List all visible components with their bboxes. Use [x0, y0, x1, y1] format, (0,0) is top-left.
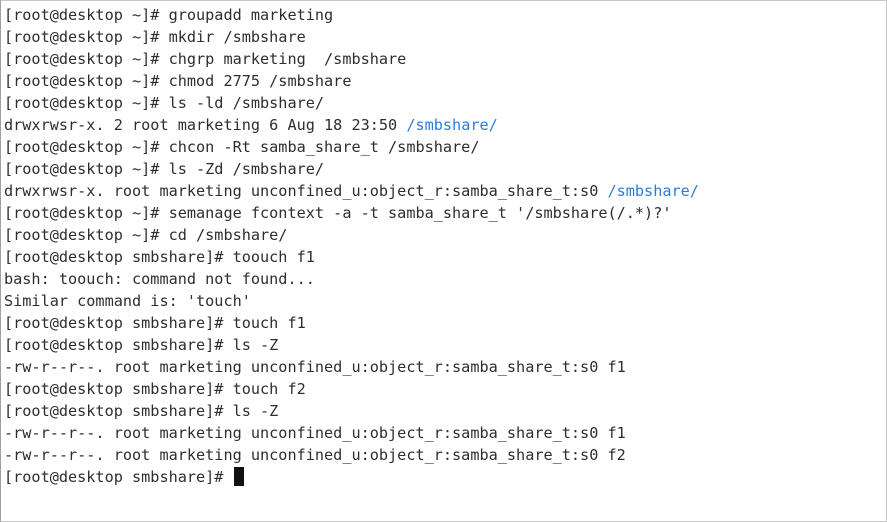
- terminal-line-text: [root@desktop ~]# chcon -Rt samba_share_…: [4, 138, 480, 156]
- text-cursor: [233, 467, 244, 486]
- terminal-line-text: [root@desktop smbshare]# toouch f1: [4, 248, 315, 266]
- terminal-line-text: [root@desktop ~]# ls -Zd /smbshare/: [4, 160, 325, 178]
- terminal-prompt-line: [root@desktop ~]# mkdir /smbshare: [4, 26, 882, 48]
- terminal-output-line: drwxrwsr-x. root marketing unconfined_u:…: [4, 180, 882, 202]
- terminal-output-line: -rw-r--r--. root marketing unconfined_u:…: [4, 356, 882, 378]
- terminal-output-line: -rw-r--r--. root marketing unconfined_u:…: [4, 444, 882, 466]
- terminal-line-text: [root@desktop ~]# chmod 2775 /smbshare: [4, 72, 352, 90]
- terminal-line-text: [root@desktop smbshare]# ls -Z: [4, 402, 279, 420]
- terminal-prompt-line: [root@desktop smbshare]# toouch f1: [4, 246, 882, 268]
- terminal-prompt-line: [root@desktop ~]# ls -Zd /smbshare/: [4, 158, 882, 180]
- terminal-output-line: drwxrwsr-x. 2 root marketing 6 Aug 18 23…: [4, 114, 882, 136]
- terminal-line-text: [root@desktop smbshare]# touch f1: [4, 314, 306, 332]
- terminal-prompt-line: [root@desktop smbshare]# ls -Z: [4, 400, 882, 422]
- terminal-line-text: [root@desktop ~]# semanage fcontext -a -…: [4, 204, 672, 222]
- terminal-line-text: [root@desktop smbshare]# ls -Z: [4, 336, 279, 354]
- directory-name: /smbshare/: [607, 182, 699, 200]
- terminal-prompt-line: [root@desktop ~]# cd /smbshare/: [4, 224, 882, 246]
- terminal-line-text: drwxrwsr-x. 2 root marketing 6 Aug 18 23…: [4, 116, 407, 134]
- terminal-prompt-line: [root@desktop ~]# chmod 2775 /smbshare: [4, 70, 882, 92]
- terminal-prompt-line: [root@desktop ~]# ls -ld /smbshare/: [4, 92, 882, 114]
- terminal-prompt-line: [root@desktop smbshare]# touch f1: [4, 312, 882, 334]
- terminal-prompt-line: [root@desktop smbshare]# ls -Z: [4, 334, 882, 356]
- terminal-line-text: [root@desktop ~]# mkdir /smbshare: [4, 28, 306, 46]
- terminal-line-text: [root@desktop ~]# groupadd marketing: [4, 6, 334, 24]
- directory-name: /smbshare/: [406, 116, 498, 134]
- terminal-prompt-line: [root@desktop ~]# chcon -Rt samba_share_…: [4, 136, 882, 158]
- terminal-output-line: bash: toouch: command not found...: [4, 268, 882, 290]
- terminal-prompt-line: [root@desktop smbshare]# touch f2: [4, 378, 882, 400]
- terminal-line-text: [root@desktop smbshare]#: [4, 468, 233, 486]
- terminal-line-text: -rw-r--r--. root marketing unconfined_u:…: [4, 446, 626, 464]
- terminal-line-text: bash: toouch: command not found...: [4, 270, 315, 288]
- terminal-line-text: [root@desktop ~]# cd /smbshare/: [4, 226, 288, 244]
- terminal-line-text: drwxrwsr-x. root marketing unconfined_u:…: [4, 182, 608, 200]
- terminal-output-line: -rw-r--r--. root marketing unconfined_u:…: [4, 422, 882, 444]
- terminal-window[interactable]: [root@desktop ~]# groupadd marketing [roo…: [0, 0, 887, 522]
- terminal-line-text: [root@desktop ~]# chgrp marketing /smbsh…: [4, 50, 407, 68]
- terminal-line-text: -rw-r--r--. root marketing unconfined_u:…: [4, 358, 626, 376]
- terminal-line-text: -rw-r--r--. root marketing unconfined_u:…: [4, 424, 626, 442]
- terminal-line-text: [root@desktop ~]# ls -ld /smbshare/: [4, 94, 325, 112]
- terminal-line-text: Similar command is: 'touch': [4, 292, 251, 310]
- terminal-line-text: [root@desktop smbshare]# touch f2: [4, 380, 306, 398]
- terminal-output[interactable]: [root@desktop ~]# groupadd marketing [roo…: [4, 4, 882, 488]
- terminal-prompt-line: [root@desktop ~]# semanage fcontext -a -…: [4, 202, 882, 224]
- terminal-output-line: Similar command is: 'touch': [4, 290, 882, 312]
- terminal-prompt-line: [root@desktop ~]# groupadd marketing: [4, 4, 882, 26]
- terminal-prompt-line: [root@desktop smbshare]#: [4, 466, 882, 488]
- terminal-prompt-line: [root@desktop ~]# chgrp marketing /smbsh…: [4, 48, 882, 70]
